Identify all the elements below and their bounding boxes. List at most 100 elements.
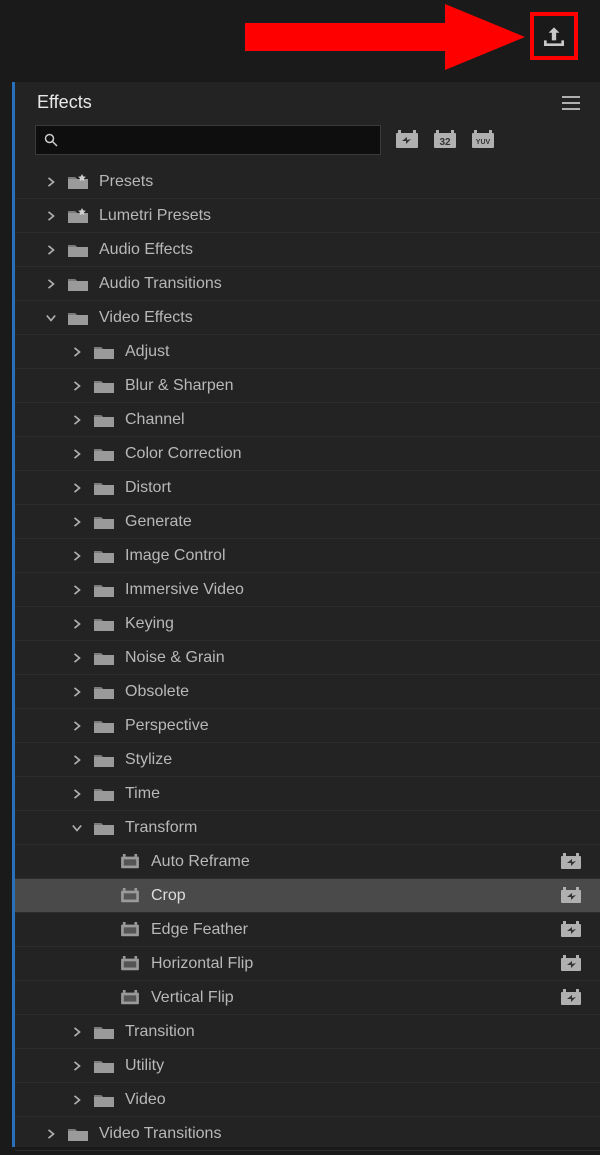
chevron-right-icon[interactable] bbox=[71, 720, 83, 732]
tree-item[interactable]: Stylize bbox=[15, 743, 600, 777]
chevron-right-icon[interactable] bbox=[71, 652, 83, 664]
tree-item-label: Perspective bbox=[125, 717, 209, 735]
tree-item-label: Horizontal Flip bbox=[151, 955, 253, 973]
folder-icon bbox=[67, 1126, 89, 1142]
chevron-down-icon[interactable] bbox=[71, 822, 83, 834]
chevron-right-icon[interactable] bbox=[71, 482, 83, 494]
tree-item[interactable]: Audio Effects bbox=[15, 233, 600, 267]
folder-icon bbox=[93, 480, 115, 496]
panel-menu-button[interactable] bbox=[562, 96, 580, 110]
tree-item-label: Video bbox=[125, 1091, 166, 1109]
folder-icon bbox=[67, 310, 89, 326]
red-arrow-annotation bbox=[245, 4, 525, 70]
filter-accelerated-icon[interactable] bbox=[395, 129, 419, 151]
tree-item-label: Distort bbox=[125, 479, 171, 497]
export-button-highlight bbox=[530, 12, 578, 60]
chevron-right-icon[interactable] bbox=[71, 380, 83, 392]
tree-item[interactable]: Auto Reframe bbox=[15, 845, 600, 879]
tree-item-label: Auto Reframe bbox=[151, 853, 250, 871]
folder-icon bbox=[67, 276, 89, 292]
tree-item[interactable]: Color Correction bbox=[15, 437, 600, 471]
tree-item[interactable]: Video Effects bbox=[15, 301, 600, 335]
tree-item-label: Color Correction bbox=[125, 445, 241, 463]
tree-item[interactable]: Time bbox=[15, 777, 600, 811]
tree-item[interactable]: Transform bbox=[15, 811, 600, 845]
chevron-right-icon[interactable] bbox=[71, 1094, 83, 1106]
tree-item[interactable]: Image Control bbox=[15, 539, 600, 573]
tree-item[interactable]: Distort bbox=[15, 471, 600, 505]
tree-item[interactable]: Obsolete bbox=[15, 675, 600, 709]
effects-tree: Presets Lumetri PresetsAudio Effects Audio… bbox=[15, 161, 600, 1155]
chevron-right-icon[interactable] bbox=[45, 278, 57, 290]
tree-item[interactable]: Crop bbox=[15, 879, 600, 913]
export-icon[interactable] bbox=[541, 23, 567, 49]
tree-item-label: Stylize bbox=[125, 751, 172, 769]
tree-item[interactable]: Utility bbox=[15, 1049, 600, 1083]
filter-32bit-icon[interactable] bbox=[433, 129, 457, 151]
tree-item-label: Noise & Grain bbox=[125, 649, 225, 667]
folder-icon bbox=[67, 242, 89, 258]
tree-item-label: Transform bbox=[125, 819, 197, 837]
tree-item[interactable]: Blur & Sharpen bbox=[15, 369, 600, 403]
tree-item[interactable]: Immersive Video bbox=[15, 573, 600, 607]
chevron-right-icon[interactable] bbox=[45, 1128, 57, 1140]
filter-icons bbox=[395, 129, 495, 151]
topbar bbox=[0, 0, 600, 80]
chevron-right-icon[interactable] bbox=[71, 754, 83, 766]
chevron-down-icon[interactable] bbox=[45, 312, 57, 324]
tree-item[interactable]: Audio Transitions bbox=[15, 267, 600, 301]
chevron-right-icon[interactable] bbox=[71, 516, 83, 528]
filter-yuv-icon[interactable] bbox=[471, 129, 495, 151]
chevron-right-icon[interactable] bbox=[45, 176, 57, 188]
tree-item[interactable]: Perspective bbox=[15, 709, 600, 743]
chevron-right-icon[interactable] bbox=[71, 618, 83, 630]
tree-item[interactable]: Keying bbox=[15, 607, 600, 641]
folder-icon bbox=[93, 752, 115, 768]
tree-item[interactable]: Vertical Flip bbox=[15, 981, 600, 1015]
tree-item[interactable]: Lumetri Presets bbox=[15, 199, 600, 233]
chevron-right-icon[interactable] bbox=[45, 244, 57, 256]
folder-icon bbox=[93, 548, 115, 564]
tree-item[interactable]: Presets bbox=[15, 165, 600, 199]
tree-item[interactable]: Noise & Grain bbox=[15, 641, 600, 675]
tree-item-label: Adjust bbox=[125, 343, 169, 361]
effect-icon bbox=[119, 990, 141, 1006]
tree-item-label: Keying bbox=[125, 615, 174, 633]
tree-item-label: Obsolete bbox=[125, 683, 189, 701]
chevron-right-icon[interactable] bbox=[71, 414, 83, 426]
folder-icon bbox=[93, 446, 115, 462]
tree-item[interactable]: Generate bbox=[15, 505, 600, 539]
chevron-right-icon[interactable] bbox=[71, 584, 83, 596]
chevron-right-icon[interactable] bbox=[71, 550, 83, 562]
tree-item[interactable]: Horizontal Flip bbox=[15, 947, 600, 981]
tree-item-label: Channel bbox=[125, 411, 185, 429]
search-input[interactable] bbox=[64, 132, 372, 148]
tree-item-label: Transition bbox=[125, 1023, 195, 1041]
chevron-right-icon[interactable] bbox=[71, 346, 83, 358]
tree-item-label: Generate bbox=[125, 513, 192, 531]
folder-icon bbox=[93, 786, 115, 802]
chevron-right-icon[interactable] bbox=[71, 686, 83, 698]
effect-icon bbox=[119, 956, 141, 972]
tree-item-label: Edge Feather bbox=[151, 921, 248, 939]
folder-icon bbox=[93, 820, 115, 836]
accelerated-badge-icon bbox=[560, 989, 582, 1007]
tree-item[interactable]: Adjust bbox=[15, 335, 600, 369]
tree-item-label: Vertical Flip bbox=[151, 989, 234, 1007]
tree-item[interactable]: Video bbox=[15, 1083, 600, 1117]
chevron-right-icon[interactable] bbox=[45, 210, 57, 222]
tree-item[interactable]: Channel bbox=[15, 403, 600, 437]
chevron-right-icon[interactable] bbox=[71, 1026, 83, 1038]
tree-item[interactable]: Video Transitions bbox=[15, 1117, 600, 1151]
chevron-right-icon[interactable] bbox=[71, 788, 83, 800]
tree-item-label: Audio Transitions bbox=[99, 275, 222, 293]
tree-item[interactable]: Transition bbox=[15, 1015, 600, 1049]
tree-item[interactable]: Edge Feather bbox=[15, 913, 600, 947]
folder-icon bbox=[93, 1024, 115, 1040]
chevron-right-icon[interactable] bbox=[71, 448, 83, 460]
search-icon bbox=[44, 133, 58, 147]
accelerated-badge-icon bbox=[560, 921, 582, 939]
chevron-right-icon[interactable] bbox=[71, 1060, 83, 1072]
tree-item-label: Presets bbox=[99, 173, 153, 191]
search-box[interactable] bbox=[35, 125, 381, 155]
